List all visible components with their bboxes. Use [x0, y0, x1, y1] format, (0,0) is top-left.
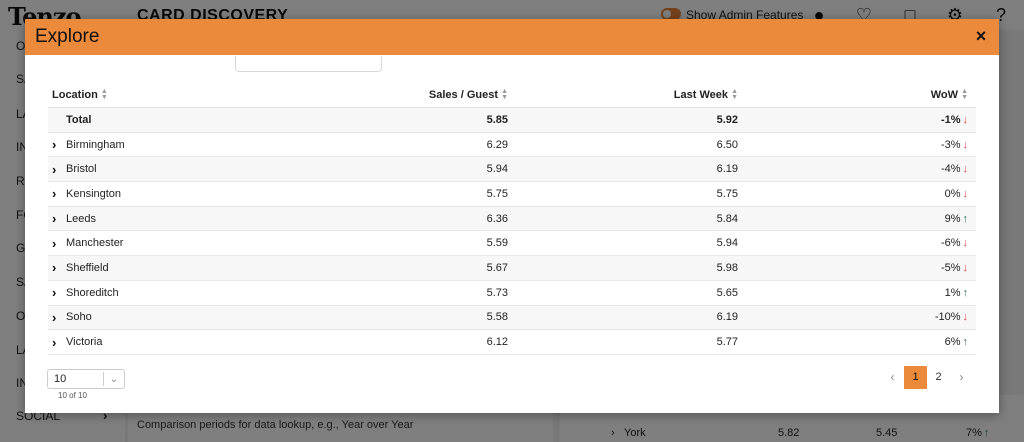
arrow-down-icon: ↓ [962, 138, 969, 151]
cell-sales: 5.73 [486, 286, 508, 299]
table-row[interactable]: › Manchester 5.59 5.94 -6% ↓ [48, 231, 976, 257]
explore-modal: Explore × Location ▲ ▼ Sales / Guest ▲ ▼ L… [25, 19, 999, 413]
cell-location: › Manchester [52, 235, 124, 251]
cell-wow: -10% ↓ [934, 311, 969, 324]
table-row[interactable]: › Kensington 5.75 5.75 0% ↓ [48, 182, 976, 207]
cell-location: › Shoreditch [52, 285, 119, 301]
prev-page-button[interactable]: ‹ [881, 366, 904, 389]
page-count: 10 of 10 [58, 391, 87, 400]
expand-chevron-icon[interactable]: › [52, 211, 66, 226]
cell-location: › Bristol [52, 161, 97, 177]
table-row[interactable]: › Bristol 5.94 6.19 -4% ↓ [48, 157, 976, 183]
column-header-wow[interactable]: WoW ▲ ▼ [738, 87, 976, 101]
cell-last-week: 5.94 [716, 237, 738, 250]
arrow-up-icon: ↑ [962, 286, 969, 299]
cell-wow: 9% ↑ [944, 212, 969, 225]
table-row[interactable]: › Shoreditch 5.73 5.65 1% ↑ [48, 281, 976, 306]
cell-wow: -3% ↓ [940, 138, 969, 151]
cell-sales: 6.29 [486, 138, 508, 151]
expand-chevron-icon[interactable]: › [52, 260, 66, 275]
cell-location: › Sheffield [52, 260, 109, 276]
chevron-down-icon: ⌄ [109, 373, 119, 385]
cell-location: › Victoria [52, 334, 103, 350]
sort-icon: ▲ ▼ [961, 87, 968, 101]
cell-sales: 6.36 [486, 212, 508, 225]
arrow-down-icon: ↓ [962, 113, 969, 126]
table-row[interactable]: › Soho 5.58 6.19 -10% ↓ [48, 305, 976, 331]
cell-wow: -1% ↓ [940, 113, 969, 126]
expand-chevron-icon[interactable]: › [52, 186, 66, 201]
cell-location: › Soho [52, 309, 92, 325]
page-size-select[interactable]: 10 ⌄ [47, 369, 125, 389]
expand-chevron-icon[interactable]: › [52, 162, 66, 177]
table-header: Location ▲ ▼ Sales / Guest ▲ ▼ Last Week ▲… [48, 82, 976, 108]
arrow-up-icon: ↑ [962, 212, 969, 225]
cell-last-week: 6.19 [716, 163, 738, 176]
sort-icon: ▲ ▼ [731, 87, 738, 101]
cell-wow: 6% ↑ [944, 336, 969, 349]
cell-last-week: 5.75 [716, 187, 738, 200]
table-row[interactable]: › Victoria 6.12 5.77 6% ↑ [48, 330, 976, 355]
cell-wow: -4% ↓ [940, 163, 969, 176]
cell-sales: 5.75 [486, 187, 508, 200]
page-button-2[interactable]: 2 [927, 366, 950, 389]
pagination: ‹ 1 2 › [881, 366, 973, 389]
cell-last-week: 5.84 [716, 212, 738, 225]
arrow-up-icon: ↑ [962, 336, 969, 349]
cell-last-week: 5.92 [716, 113, 738, 126]
next-page-button[interactable]: › [950, 366, 973, 389]
cell-location: › Kensington [52, 186, 122, 202]
cell-last-week: 6.19 [716, 311, 738, 324]
expand-chevron-icon[interactable]: › [52, 310, 66, 325]
sort-icon: ▲ ▼ [100, 87, 108, 101]
cell-last-week: 5.77 [716, 336, 738, 349]
close-icon[interactable]: × [973, 27, 989, 45]
arrow-down-icon: ↓ [962, 187, 969, 200]
cell-sales: 5.94 [486, 163, 508, 176]
cell-wow: 1% ↑ [944, 286, 969, 299]
arrow-down-icon: ↓ [962, 311, 969, 324]
modal-header: Explore × [25, 19, 999, 55]
table-row-total: Total 5.85 5.92 -1% ↓ [48, 108, 976, 133]
cell-location: Total [66, 113, 92, 126]
cell-sales: 5.58 [486, 311, 508, 324]
cell-location: › Birmingham [52, 137, 125, 153]
cell-last-week: 6.50 [716, 138, 738, 151]
modal-title: Explore [35, 26, 100, 47]
cell-location: › Leeds [52, 211, 96, 227]
search-input[interactable] [235, 56, 382, 72]
column-header-last-week[interactable]: Last Week ▲ ▼ [508, 87, 738, 101]
table-row[interactable]: › Leeds 6.36 5.84 9% ↑ [48, 206, 976, 232]
column-header-sales[interactable]: Sales / Guest ▲ ▼ [278, 87, 508, 101]
expand-chevron-icon[interactable]: › [52, 285, 66, 300]
cell-last-week: 5.65 [716, 286, 738, 299]
expand-chevron-icon[interactable]: › [52, 137, 66, 152]
page-size-value: 10 [54, 373, 67, 385]
cell-last-week: 5.98 [716, 261, 738, 274]
expand-chevron-icon[interactable]: › [52, 335, 66, 350]
cell-wow: 0% ↓ [944, 187, 969, 200]
cell-sales: 5.85 [486, 113, 508, 126]
cell-wow: -5% ↓ [940, 261, 969, 274]
sort-icon: ▲ ▼ [501, 87, 508, 101]
arrow-down-icon: ↓ [962, 261, 969, 274]
table-row[interactable]: › Birmingham 6.29 6.50 -3% ↓ [48, 133, 976, 158]
cell-sales: 5.59 [486, 237, 508, 250]
cell-wow: -6% ↓ [940, 237, 969, 250]
page-button-1[interactable]: 1 [904, 366, 927, 389]
arrow-down-icon: ↓ [962, 163, 969, 176]
explore-table: Location ▲ ▼ Sales / Guest ▲ ▼ Last Week ▲… [48, 82, 976, 355]
cell-sales: 5.67 [486, 261, 508, 274]
arrow-down-icon: ↓ [962, 237, 969, 250]
expand-chevron-icon[interactable]: › [52, 236, 66, 251]
cell-sales: 6.12 [486, 336, 508, 349]
table-row[interactable]: › Sheffield 5.67 5.98 -5% ↓ [48, 256, 976, 281]
column-header-location[interactable]: Location ▲ ▼ [48, 87, 278, 101]
